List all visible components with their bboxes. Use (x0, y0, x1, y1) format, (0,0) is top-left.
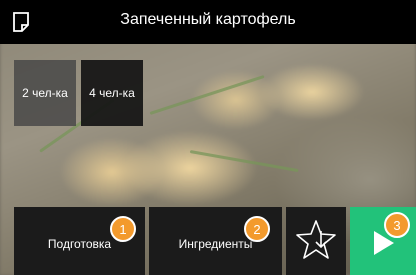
step-badge: 3 (384, 212, 410, 238)
bottom-bar: Подготовка Ингредиенты (0, 207, 416, 275)
favorite-button[interactable] (286, 207, 346, 275)
portion-label: 4 чел-ка (89, 86, 135, 100)
portion-label: 2 чел-ка (22, 86, 68, 100)
page-title: Запеченный картофель (120, 11, 296, 28)
recipe-screen: Запеченный картофель 2 чел-ка 4 чел-ка П… (0, 0, 416, 275)
step-badge: 1 (110, 216, 136, 242)
portion-4-button[interactable]: 4 чел-ка (81, 60, 143, 126)
header-bar: Запеченный картофель (0, 0, 416, 44)
step-badge: 2 (244, 216, 270, 242)
portion-2-button[interactable]: 2 чел-ка (14, 60, 76, 126)
star-download-icon (296, 220, 336, 259)
